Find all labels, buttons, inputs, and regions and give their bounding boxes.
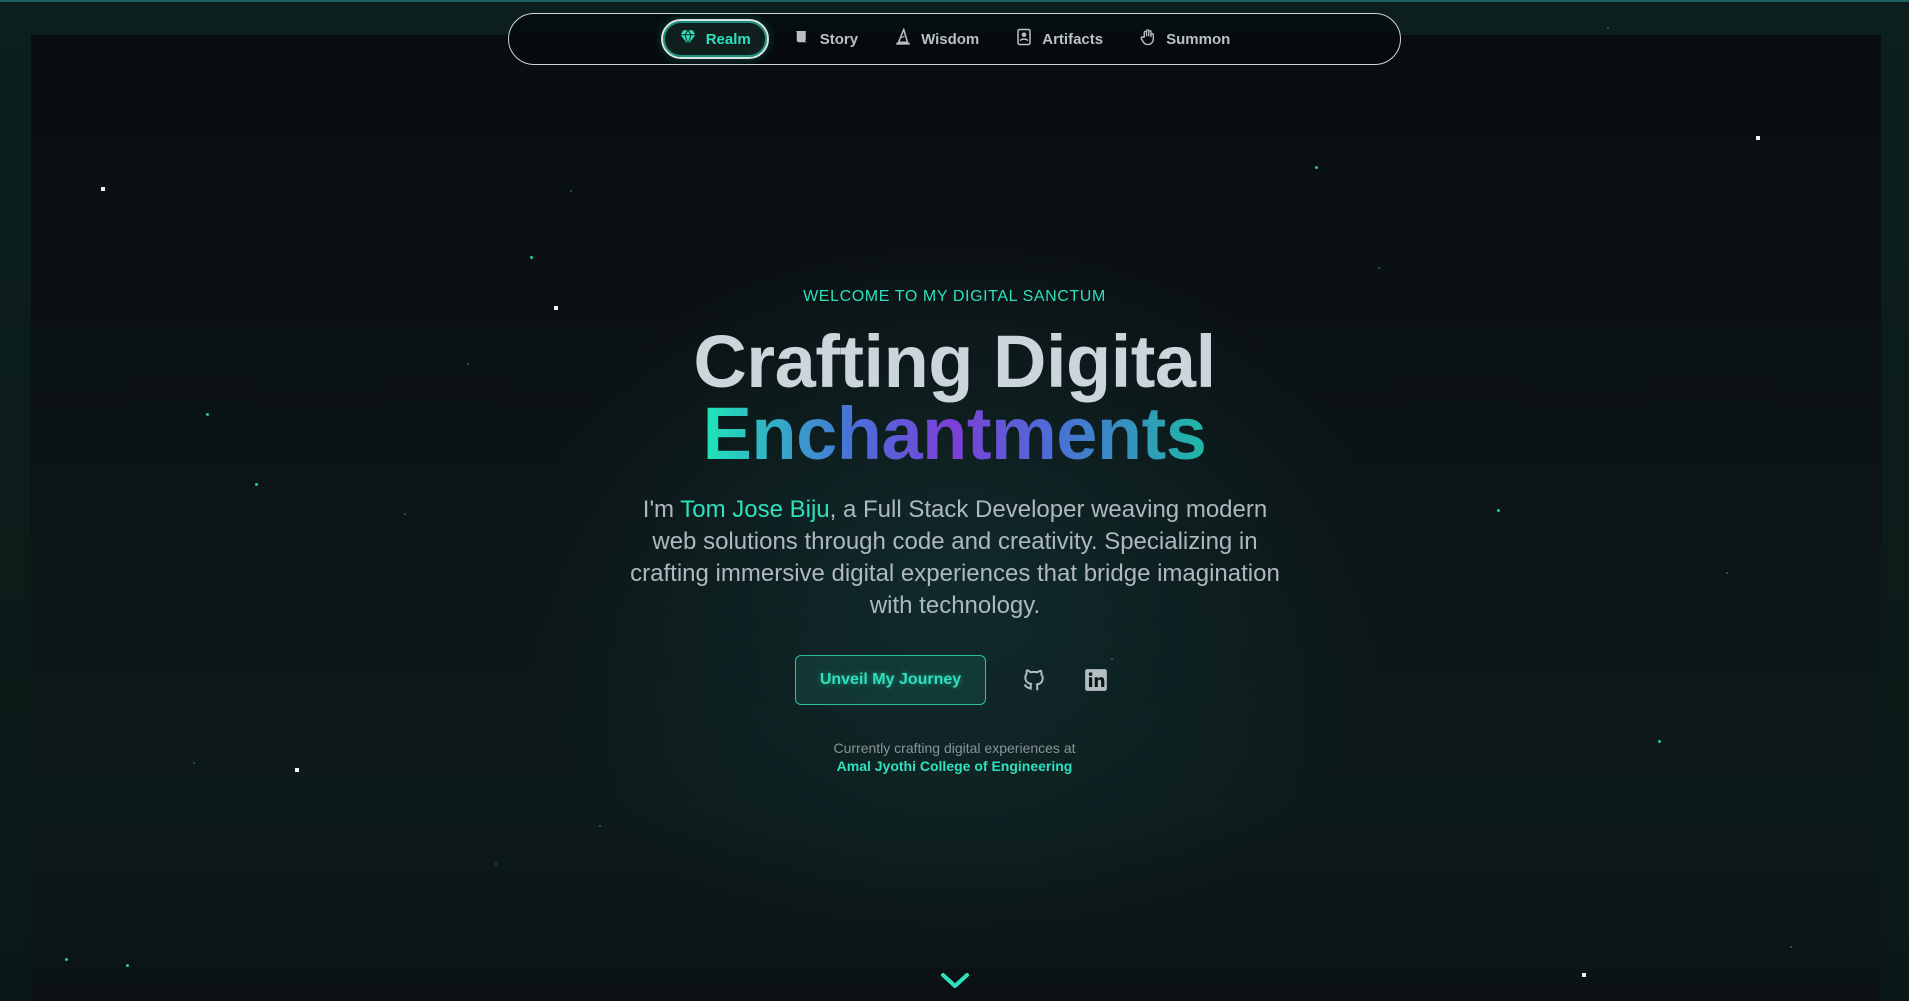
hero-intro: I'm Tom Jose Biju, a Full Stack Develope… <box>620 494 1290 622</box>
star-particle <box>1756 136 1760 140</box>
star-particle <box>101 187 105 191</box>
star-particle <box>495 863 497 865</box>
github-icon <box>1024 669 1044 691</box>
nav-item-label: Story <box>819 30 859 48</box>
star-particle <box>570 190 572 192</box>
wizard-hat-icon <box>894 27 912 50</box>
book-icon <box>1015 28 1033 50</box>
main-navigation: Realm Story Wisdom Artifacts Summon <box>508 13 1401 65</box>
star-particle <box>599 825 601 827</box>
hero-eyebrow: WELCOME TO MY DIGITAL SANCTUM <box>803 288 1106 305</box>
star-particle <box>126 964 129 967</box>
gem-icon <box>679 28 697 50</box>
hero-title-line1: Crafting Digital <box>693 320 1216 403</box>
star-particle <box>1726 572 1728 574</box>
nav-item-story[interactable]: Story <box>775 19 876 59</box>
star-particle <box>1497 509 1500 512</box>
scroll-icon <box>793 28 811 50</box>
nav-item-realm[interactable]: Realm <box>660 19 769 59</box>
intro-prefix: I'm <box>642 496 681 523</box>
nav-item-artifacts[interactable]: Artifacts <box>997 19 1121 59</box>
star-particle <box>255 483 258 486</box>
linkedin-link[interactable] <box>1078 662 1114 698</box>
star-particle <box>1790 946 1792 948</box>
nav-item-label: Summon <box>1166 30 1231 48</box>
nav-item-label: Realm <box>705 30 751 48</box>
hero-title-gradient: Enchantments <box>702 392 1207 475</box>
nav-item-summon[interactable]: Summon <box>1121 19 1248 59</box>
author-name: Tom Jose Biju <box>680 496 830 523</box>
unveil-journey-button[interactable]: Unveil My Journey <box>794 655 987 705</box>
hand-icon <box>1139 28 1157 50</box>
star-particle <box>530 256 533 259</box>
organization-name: Amal Jyothi College of Engineering <box>836 758 1073 774</box>
star-particle <box>1315 166 1318 169</box>
star-particle <box>65 958 68 961</box>
current-status-text: Currently crafting digital experiences a… <box>833 740 1076 756</box>
cta-row: Unveil My Journey <box>0 655 1909 705</box>
nav-item-label: Wisdom <box>921 30 980 48</box>
star-particle <box>404 513 406 515</box>
star-particle <box>1378 267 1380 269</box>
github-link[interactable] <box>1016 662 1052 698</box>
hero-title-line2: Enchantments <box>0 394 1909 474</box>
star-particle <box>1582 973 1586 977</box>
nav-item-wisdom[interactable]: Wisdom <box>876 19 997 59</box>
star-particle <box>1607 27 1609 29</box>
linkedin-icon <box>1085 669 1108 691</box>
chevron-down-icon[interactable] <box>940 970 970 992</box>
nav-item-label: Artifacts <box>1042 30 1104 48</box>
star-particle <box>554 306 558 310</box>
